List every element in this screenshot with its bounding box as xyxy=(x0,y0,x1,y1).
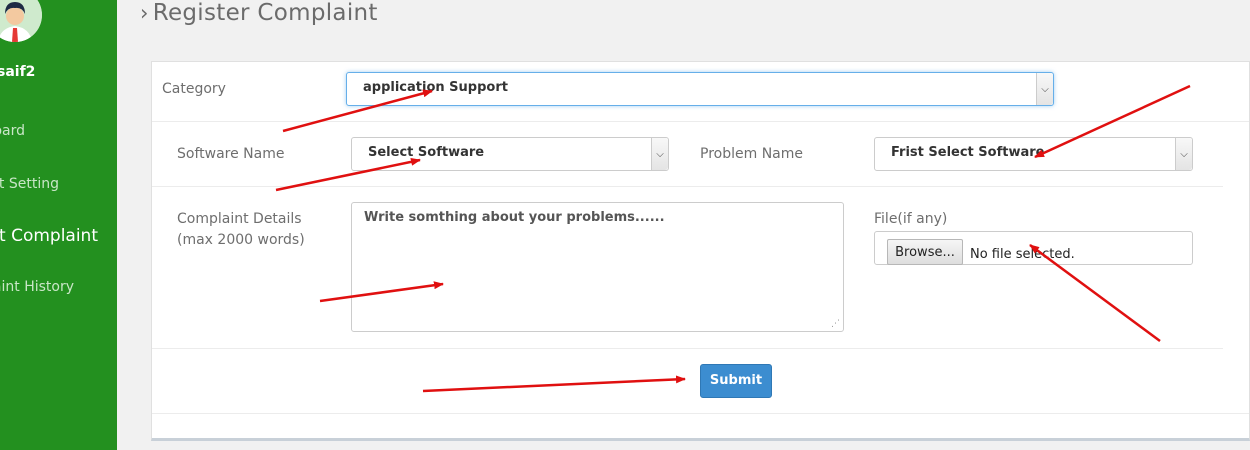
user-name: saif2 xyxy=(0,64,36,80)
complaint-details-label-line1: Complaint Details xyxy=(177,211,302,227)
software-name-select[interactable]: Select Software ⌵ xyxy=(351,137,669,171)
problem-name-label: Problem Name xyxy=(700,146,803,162)
user-avatar[interactable] xyxy=(0,0,42,42)
submit-button[interactable]: Submit xyxy=(700,364,772,398)
chevron-down-icon: ⌵ xyxy=(1036,73,1053,105)
software-selected-value: Select Software xyxy=(368,145,485,160)
complaint-details-label: Complaint Details (max 2000 words) xyxy=(177,209,305,251)
category-select[interactable]: application Support ⌵ xyxy=(346,72,1054,106)
sidebar-item-label: t Setting xyxy=(0,176,59,192)
problem-selected-value: Frist Select Software xyxy=(891,145,1045,160)
page-title: › Register Complaint xyxy=(140,0,378,26)
divider xyxy=(152,348,1223,349)
resize-grip-icon[interactable]: ⋰ xyxy=(831,319,840,329)
complaint-details-placeholder: Write somthing about your problems...... xyxy=(364,210,665,225)
divider xyxy=(152,186,1223,187)
divider xyxy=(152,121,1249,122)
sidebar: saif2 oard t Setting it Complaint aint H… xyxy=(0,0,117,450)
browse-button[interactable]: Browse... xyxy=(887,239,963,265)
file-label: File(if any) xyxy=(874,211,948,227)
file-status-text: No file selected. xyxy=(970,247,1075,262)
sidebar-item-label: oard xyxy=(0,123,25,139)
problem-name-select[interactable]: Frist Select Software ⌵ xyxy=(874,137,1193,171)
sidebar-item-label: aint History xyxy=(0,279,74,295)
complaint-details-textarea[interactable]: Write somthing about your problems......… xyxy=(351,202,844,332)
chevron-down-icon: ⌵ xyxy=(1175,138,1192,170)
category-selected-value: application Support xyxy=(363,80,508,95)
chevron-down-icon: ⌵ xyxy=(651,138,668,170)
chevron-right-icon: › xyxy=(140,1,149,25)
page-title-text: Register Complaint xyxy=(152,0,378,26)
category-label: Category xyxy=(162,81,226,97)
avatar-icon xyxy=(0,0,42,42)
software-name-label: Software Name xyxy=(177,146,285,162)
file-input[interactable]: Browse... No file selected. xyxy=(874,231,1193,265)
divider xyxy=(152,413,1249,414)
sidebar-item-label: it Complaint xyxy=(0,226,98,246)
complaint-details-label-line2: (max 2000 words) xyxy=(177,232,305,248)
